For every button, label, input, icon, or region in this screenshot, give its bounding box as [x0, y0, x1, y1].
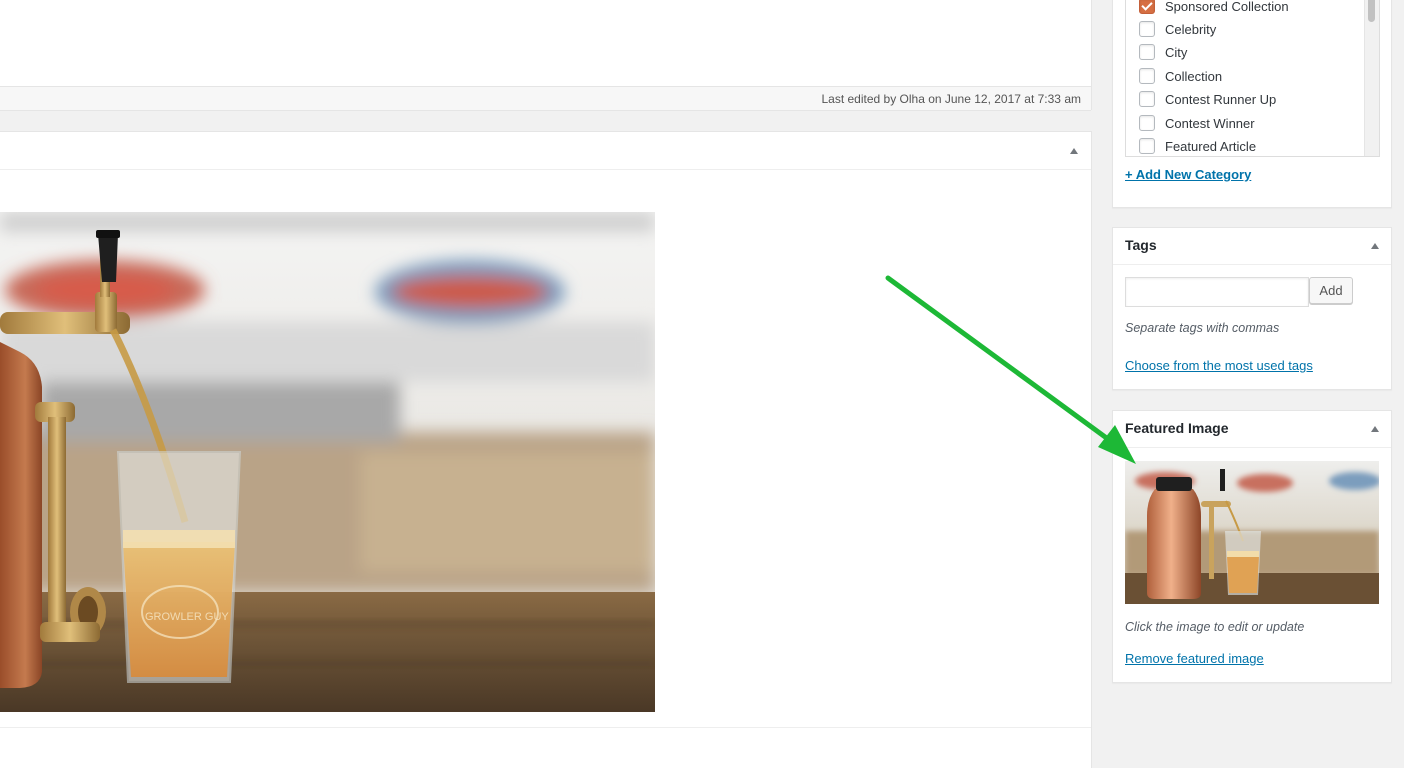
add-new-category-link[interactable]: + Add New Category [1125, 167, 1251, 182]
category-item[interactable]: Collection [1139, 66, 1222, 86]
category-checkbox[interactable] [1139, 115, 1155, 131]
category-scrollbar[interactable] [1364, 0, 1379, 156]
new-tag-input[interactable] [1125, 277, 1309, 307]
media-postbox-divider [0, 727, 1091, 728]
editor-status-bar: Last edited by Olha on June 12, 2017 at … [0, 87, 1091, 111]
tags-hint: Separate tags with commas [1125, 321, 1280, 335]
post-image-preview[interactable]: GROWLER GUY [0, 212, 655, 712]
category-item[interactable]: City [1139, 42, 1187, 62]
tags-header[interactable]: Tags [1113, 228, 1391, 265]
triangle-up-icon[interactable] [1371, 243, 1379, 249]
add-tag-button[interactable]: Add [1309, 277, 1353, 304]
remove-featured-image-link[interactable]: Remove featured image [1125, 651, 1264, 666]
growler-thumbnail-image [1125, 461, 1379, 604]
category-checkbox[interactable] [1139, 68, 1155, 84]
media-postbox: GROWLER GUY [0, 131, 1092, 768]
category-label: Collection [1165, 68, 1223, 84]
category-checkbox[interactable] [1139, 91, 1155, 107]
featured-image-thumbnail[interactable] [1125, 461, 1379, 604]
category-item[interactable]: Sponsored Collection [1139, 0, 1289, 16]
svg-text:GROWLER GUY: GROWLER GUY [145, 611, 229, 623]
category-label: Contest Runner Up [1165, 91, 1277, 107]
tags-postbox: Tags Add Separate tags with commas Choos… [1112, 227, 1392, 390]
featured-image-header[interactable]: Featured Image [1113, 411, 1391, 448]
featured-image-hint: Click the image to edit or update [1125, 620, 1305, 634]
post-editor: Last edited by Olha on June 12, 2017 at … [0, 0, 1092, 111]
sidebar: Sponsored Collection Celebrity City Coll… [1092, 0, 1404, 767]
category-item[interactable]: Contest Runner Up [1139, 89, 1276, 109]
featured-image-title: Featured Image [1125, 420, 1229, 436]
category-label: Celebrity [1165, 21, 1217, 37]
category-label: Sponsored Collection [1165, 0, 1289, 14]
main-column: Last edited by Olha on June 12, 2017 at … [0, 0, 1092, 768]
editor-content-area[interactable] [0, 0, 1091, 87]
last-edited-text: Last edited by Olha on June 12, 2017 at … [821, 92, 1081, 106]
category-item[interactable]: Contest Winner [1139, 113, 1255, 133]
category-item[interactable]: Featured Article [1139, 136, 1256, 156]
triangle-up-icon[interactable] [1070, 148, 1078, 154]
beer-tap-photo: GROWLER GUY [0, 212, 655, 712]
category-checkbox[interactable] [1139, 138, 1155, 154]
category-checklist[interactable]: Sponsored Collection Celebrity City Coll… [1125, 0, 1380, 157]
media-postbox-header[interactable] [0, 132, 1091, 170]
featured-image-postbox: Featured Image Click the image to edit o… [1112, 410, 1392, 683]
category-checkbox[interactable] [1139, 44, 1155, 60]
choose-most-used-tags-link[interactable]: Choose from the most used tags [1125, 358, 1313, 373]
category-item[interactable]: Celebrity [1139, 19, 1216, 39]
category-checkbox[interactable] [1139, 21, 1155, 37]
tags-title: Tags [1125, 237, 1157, 253]
triangle-up-icon[interactable] [1371, 426, 1379, 432]
scrollbar-thumb[interactable] [1368, 0, 1375, 22]
category-label: Contest Winner [1165, 115, 1255, 131]
checkmark-icon[interactable] [1139, 0, 1155, 14]
category-label: Featured Article [1165, 138, 1257, 154]
categories-postbox: Sponsored Collection Celebrity City Coll… [1112, 0, 1392, 208]
category-label: City [1165, 44, 1188, 60]
